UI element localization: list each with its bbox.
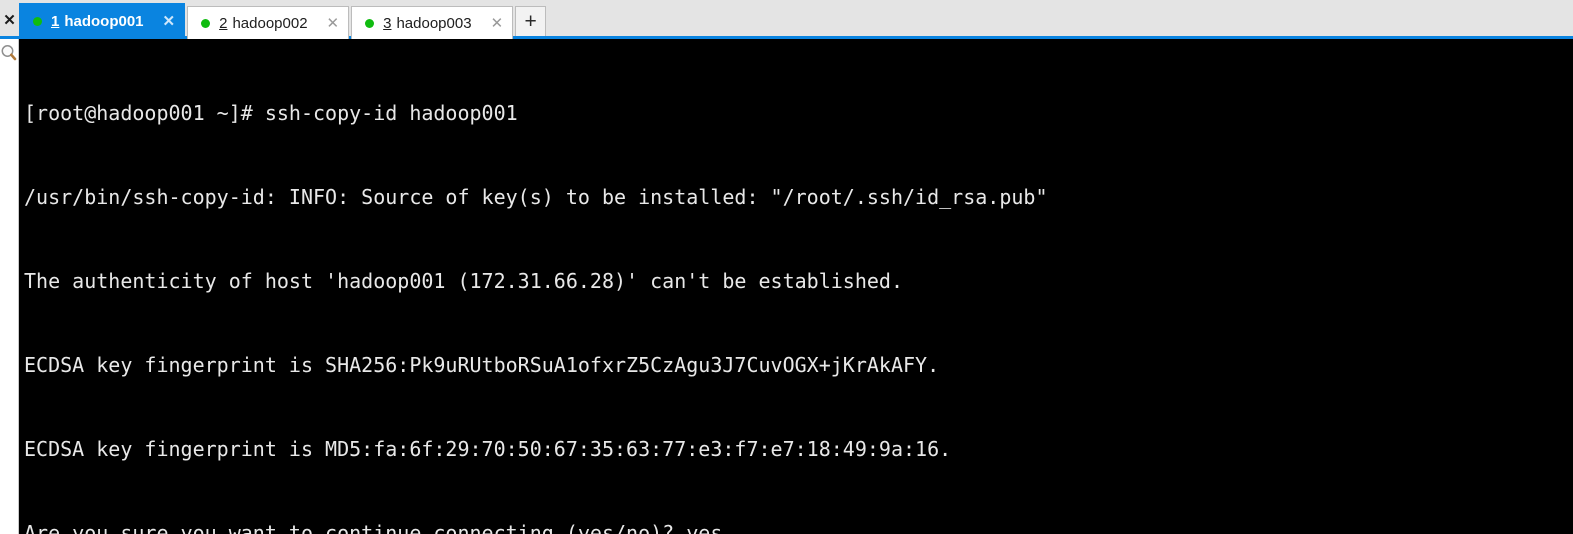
tab-hadoop003[interactable]: 3 hadoop003 ✕ <box>351 6 514 39</box>
tab-index: 3 <box>383 14 392 32</box>
tab-status-dot-icon <box>33 17 42 26</box>
terminal-line: The authenticity of host 'hadoop001 (172… <box>24 269 903 293</box>
tab-hadoop001[interactable]: 1 hadoop001 ✕ <box>19 3 186 39</box>
tab-hadoop002[interactable]: 2 hadoop002 ✕ <box>187 6 350 39</box>
tab-label: hadoop003 <box>396 14 472 32</box>
left-sidebar <box>0 39 19 534</box>
tab-label: hadoop001 <box>64 13 144 30</box>
terminal-line: [root@hadoop001 ~]# ssh-copy-id hadoop00… <box>24 101 518 125</box>
terminal-line: ECDSA key fingerprint is SHA256:Pk9uRUtb… <box>24 353 940 377</box>
tab-bar: ✕ 1 hadoop001 ✕ 2 hadoop002 ✕ 3 hadoop00… <box>0 0 1573 39</box>
new-tab-button[interactable]: + <box>515 6 547 39</box>
tab-index: 2 <box>219 14 228 32</box>
terminal-line: ECDSA key fingerprint is MD5:fa:6f:29:70… <box>24 437 952 461</box>
tab-label: hadoop002 <box>232 14 308 32</box>
tab-close-icon[interactable]: ✕ <box>160 14 179 29</box>
terminal-line: /usr/bin/ssh-copy-id: INFO: Source of ke… <box>24 185 1048 209</box>
tab-status-dot-icon <box>201 18 211 28</box>
tab-index: 1 <box>51 13 60 30</box>
terminal-line: Are you sure you want to continue connec… <box>24 521 723 534</box>
window-body: [root@hadoop001 ~]# ssh-copy-id hadoop00… <box>0 39 1573 534</box>
terminal-output[interactable]: [root@hadoop001 ~]# ssh-copy-id hadoop00… <box>19 39 1573 534</box>
sidebar-close-icon[interactable]: ✕ <box>0 3 19 39</box>
tab-close-icon[interactable]: ✕ <box>488 16 507 31</box>
tab-status-dot-icon <box>365 18 375 28</box>
tab-close-icon[interactable]: ✕ <box>324 16 343 31</box>
search-icon[interactable] <box>0 43 18 63</box>
terminal-app-window: ✕ 1 hadoop001 ✕ 2 hadoop002 ✕ 3 hadoop00… <box>0 0 1573 534</box>
